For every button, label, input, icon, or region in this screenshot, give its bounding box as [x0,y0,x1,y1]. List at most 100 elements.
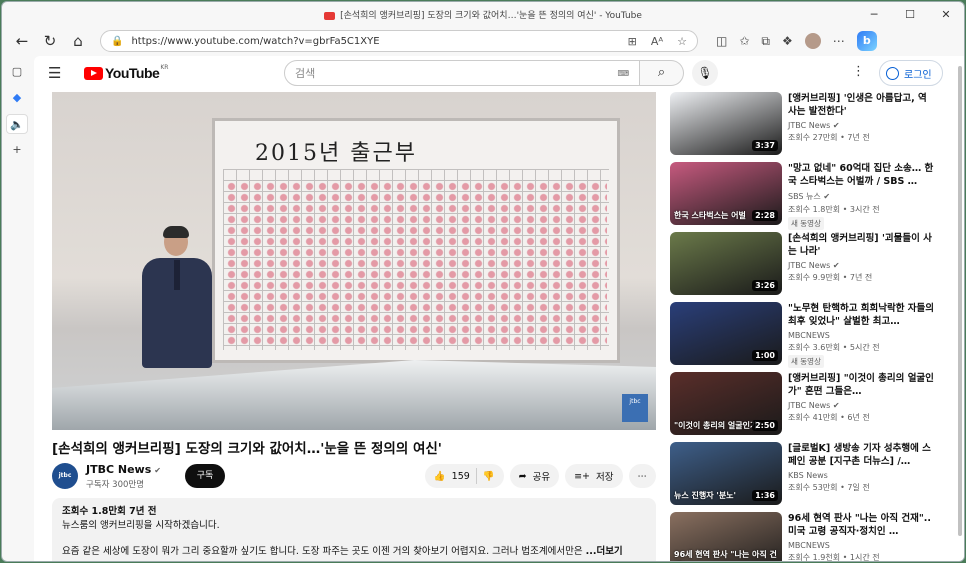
url-text: https://www.youtube.com/watch?v=gbrFa5C1… [131,35,380,47]
home-icon[interactable]: ⌂ [64,32,92,50]
channel-row: jtbc news JTBC News✔ 구독자 300만명 구독 👍 159 … [52,461,656,505]
recommendation-meta: 96세 현역 판사 "나는 아직 건재"..미국 고령 공직자·정치인 … MBC… [788,512,934,561]
like-count[interactable]: 159 [452,471,470,482]
collections-icon[interactable]: ⧉ [761,34,770,49]
channel-avatar[interactable]: jtbc news [52,463,78,505]
recommendation-channel[interactable]: JTBC News ✔ [788,261,934,270]
recommendation-thumbnail[interactable]: 3:26 [670,232,782,295]
page-scrollbar[interactable] [957,60,963,557]
back-icon[interactable]: ← [8,32,36,50]
recommendation-channel[interactable]: JTBC News ✔ [788,121,934,130]
edge-sidebar: ▢ ◆ 🔈 + [2,56,32,561]
sound-icon[interactable]: 🔈 [6,114,28,134]
recommendation-thumbnail[interactable]: 1:00 [670,302,782,365]
recommendation-item[interactable]: 3:26 [손석희의 앵커브리핑] '괴물들이 사는 나라' JTBC News ✔… [670,232,950,300]
url-bar[interactable]: 🔒 https://www.youtube.com/watch?v=gbrFa5… [100,30,698,52]
verified-icon: ✔ [832,261,840,270]
recommendation-thumbnail[interactable]: "이것이 총리의 얼굴인가" 2:50 [670,372,782,435]
close-icon[interactable]: ✕ [928,2,964,27]
new-video-badge: 새 동영상 [788,355,824,368]
recommendation-stats: 조회수 41만회 • 6년 전 [788,413,870,422]
recommendation-title[interactable]: "노무현 탄핵하고 희희낙락한 자들의 최후 잊었나" 살벌한 최고… [788,302,934,328]
account-icon [886,66,899,80]
recommendation-channel[interactable]: MBCNEWS [788,331,934,340]
dislike-icon[interactable]: 👎 [483,471,495,482]
copilot-icon[interactable]: b [856,31,877,51]
subscriber-count: 구독자 300만명 [86,479,145,490]
youtube-logo[interactable]: YouTube KR [84,64,168,81]
recommendation-item[interactable]: 96세 현역 판사 "나는 아직 건재" 96세 현역 판사 "나는 아직 건재"… [670,512,950,561]
recommendation-thumbnail[interactable]: 뉴스 진행자 '분노' 1:36 [670,442,782,505]
copilot-side-icon[interactable]: ◆ [6,88,28,108]
recommendation-thumbnail[interactable]: 96세 현역 판사 "나는 아직 건재" [670,512,782,561]
more-actions-button[interactable]: ⋯ [628,464,656,488]
profile-avatar[interactable] [804,33,821,49]
share-label: 공유 [532,472,551,483]
recommendation-title[interactable]: 96세 현역 판사 "나는 아직 건재"..미국 고령 공직자·정치인 … [788,512,934,538]
favorite-star-icon[interactable]: ☆ [677,35,687,48]
recommendation-title[interactable]: [글로벌K] 생방송 기자 성추행에 스페인 공분 [지구촌 더뉴스] /… [788,442,934,468]
show-more-link[interactable]: ...더보기 [586,546,623,557]
recommendation-item[interactable]: 1:00 "노무현 탄핵하고 희희낙락한 자들의 최후 잊었나" 살벌한 최고… M… [670,302,950,370]
youtube-logo-text: YouTube [105,65,160,81]
recommendation-item[interactable]: 3:37 [앵커브리핑] '인생은 아름답고, 역사는 발전한다' JTBC New… [670,92,950,160]
recommendation-meta: [손석희의 앵커브리핑] '괴물들이 사는 나라' JTBC News ✔ 조회수 … [788,232,934,300]
scrollbar-thumb[interactable] [958,66,962,536]
maximize-icon[interactable]: ☐ [892,2,928,27]
like-icon[interactable]: 👍 [434,471,446,482]
duration-badge: 1:36 [752,490,778,501]
description-box[interactable]: 조회수 1.8만회 7년 전 뉴스룸의 앵커브리핑을 시작하겠습니다. 요즘 같… [52,498,656,561]
app-install-icon[interactable]: ⊞ [628,35,637,48]
search-input[interactable]: 검색 ⌨ [284,60,640,86]
recommendation-title[interactable]: "망고 없네" 60억대 집단 소송… 한국 스타벅스는 어벌까 / SBS … [788,162,934,188]
keyboard-icon[interactable]: ⌨ [617,69,629,78]
recommendation-meta: "망고 없네" 60억대 집단 소송… 한국 스타벅스는 어벌까 / SBS …… [788,162,934,230]
recommendation-channel[interactable]: KBS News [788,471,934,480]
add-icon[interactable]: + [6,140,28,160]
recommendation-channel[interactable]: SBS 뉴스 ✔ [788,191,934,202]
recommendation-channel[interactable]: JTBC News ✔ [788,401,934,410]
recommendation-stats: 조회수 9.9만회 • 7년 전 [788,273,873,282]
channel-info: JTBC News ✔ 구독자 300만명 [86,463,161,490]
duration-badge: 2:28 [752,210,778,221]
recommendation-meta: [앵커브리핑] "이것이 총리의 얼굴인가" 혼떤 그들은… JTBC News … [788,372,934,440]
search-button[interactable]: ⌕ [640,60,684,86]
recommendation-item[interactable]: 뉴스 진행자 '분노' 1:36 [글로벌K] 생방송 기자 성추행에 스페인 공분… [670,442,950,510]
recommendation-channel-name: MBCNEWS [788,541,830,550]
youtube-header: ☰ YouTube KR 검색 ⌨ ⌕ 🎙 ⋮ 로그인 [34,56,964,90]
recommendation-thumbnail[interactable]: 한국 스타벅스는 어벌 2:28 [670,162,782,225]
tab-actions-icon[interactable]: ▢ [6,62,28,82]
channel-name[interactable]: JTBC News ✔ [86,463,161,476]
window-controls: ─ ☐ ✕ [856,2,964,27]
voice-search-mic-icon[interactable]: 🎙 [692,60,718,86]
recommendation-title[interactable]: [손석희의 앵커브리핑] '괴물들이 사는 나라' [788,232,934,258]
settings-more-icon[interactable]: ⋯ [833,34,845,48]
more-horizontal-icon: ⋯ [637,470,648,482]
subscribe-button[interactable]: 구독 [184,464,225,488]
recommendation-title[interactable]: [앵커브리핑] '인생은 아름답고, 역사는 발전한다' [788,92,934,118]
video-player[interactable]: 2015년 출근부 jtbc [52,92,656,430]
split-screen-icon[interactable]: ◫ [716,34,727,48]
description-line: 뉴스룸의 앵커브리핑을 시작하겠습니다. [62,520,220,531]
recommendation-item[interactable]: 한국 스타벅스는 어벌 2:28 "망고 없네" 60억대 집단 소송… 한국 스타… [670,162,950,230]
minimize-icon[interactable]: ─ [856,2,892,27]
recommendation-channel-name: KBS News [788,471,828,480]
favorites-icon[interactable]: ✩ [739,34,749,48]
recommendation-item[interactable]: "이것이 총리의 얼굴인가" 2:50 [앵커브리핑] "이것이 총리의 얼굴인가"… [670,372,950,440]
extensions-icon[interactable]: ❖ [782,34,793,48]
recommendation-title[interactable]: [앵커브리핑] "이것이 총리의 얼굴인가" 혼떤 그들은… [788,372,934,398]
refresh-icon[interactable]: ↻ [36,32,64,50]
share-button[interactable]: ➦ 공유 [509,464,560,488]
save-button[interactable]: ≡+ 저장 [565,464,623,488]
jtbc-watermark: jtbc [622,394,648,422]
search-icon: ⌕ [657,65,666,80]
view-count-date: 조회수 1.8만회 7년 전 [62,506,157,517]
more-options-icon[interactable]: ⋮ [852,64,865,79]
lock-icon[interactable]: 🔒 [111,36,123,47]
read-aloud-icon[interactable]: Aᴬ [651,35,663,48]
recommendation-thumbnail[interactable]: 3:37 [670,92,782,155]
login-button[interactable]: 로그인 [879,60,943,86]
recommendation-channel[interactable]: MBCNEWS [788,541,934,550]
hamburger-menu-icon[interactable]: ☰ [48,64,72,82]
anchor-tie [174,260,180,290]
